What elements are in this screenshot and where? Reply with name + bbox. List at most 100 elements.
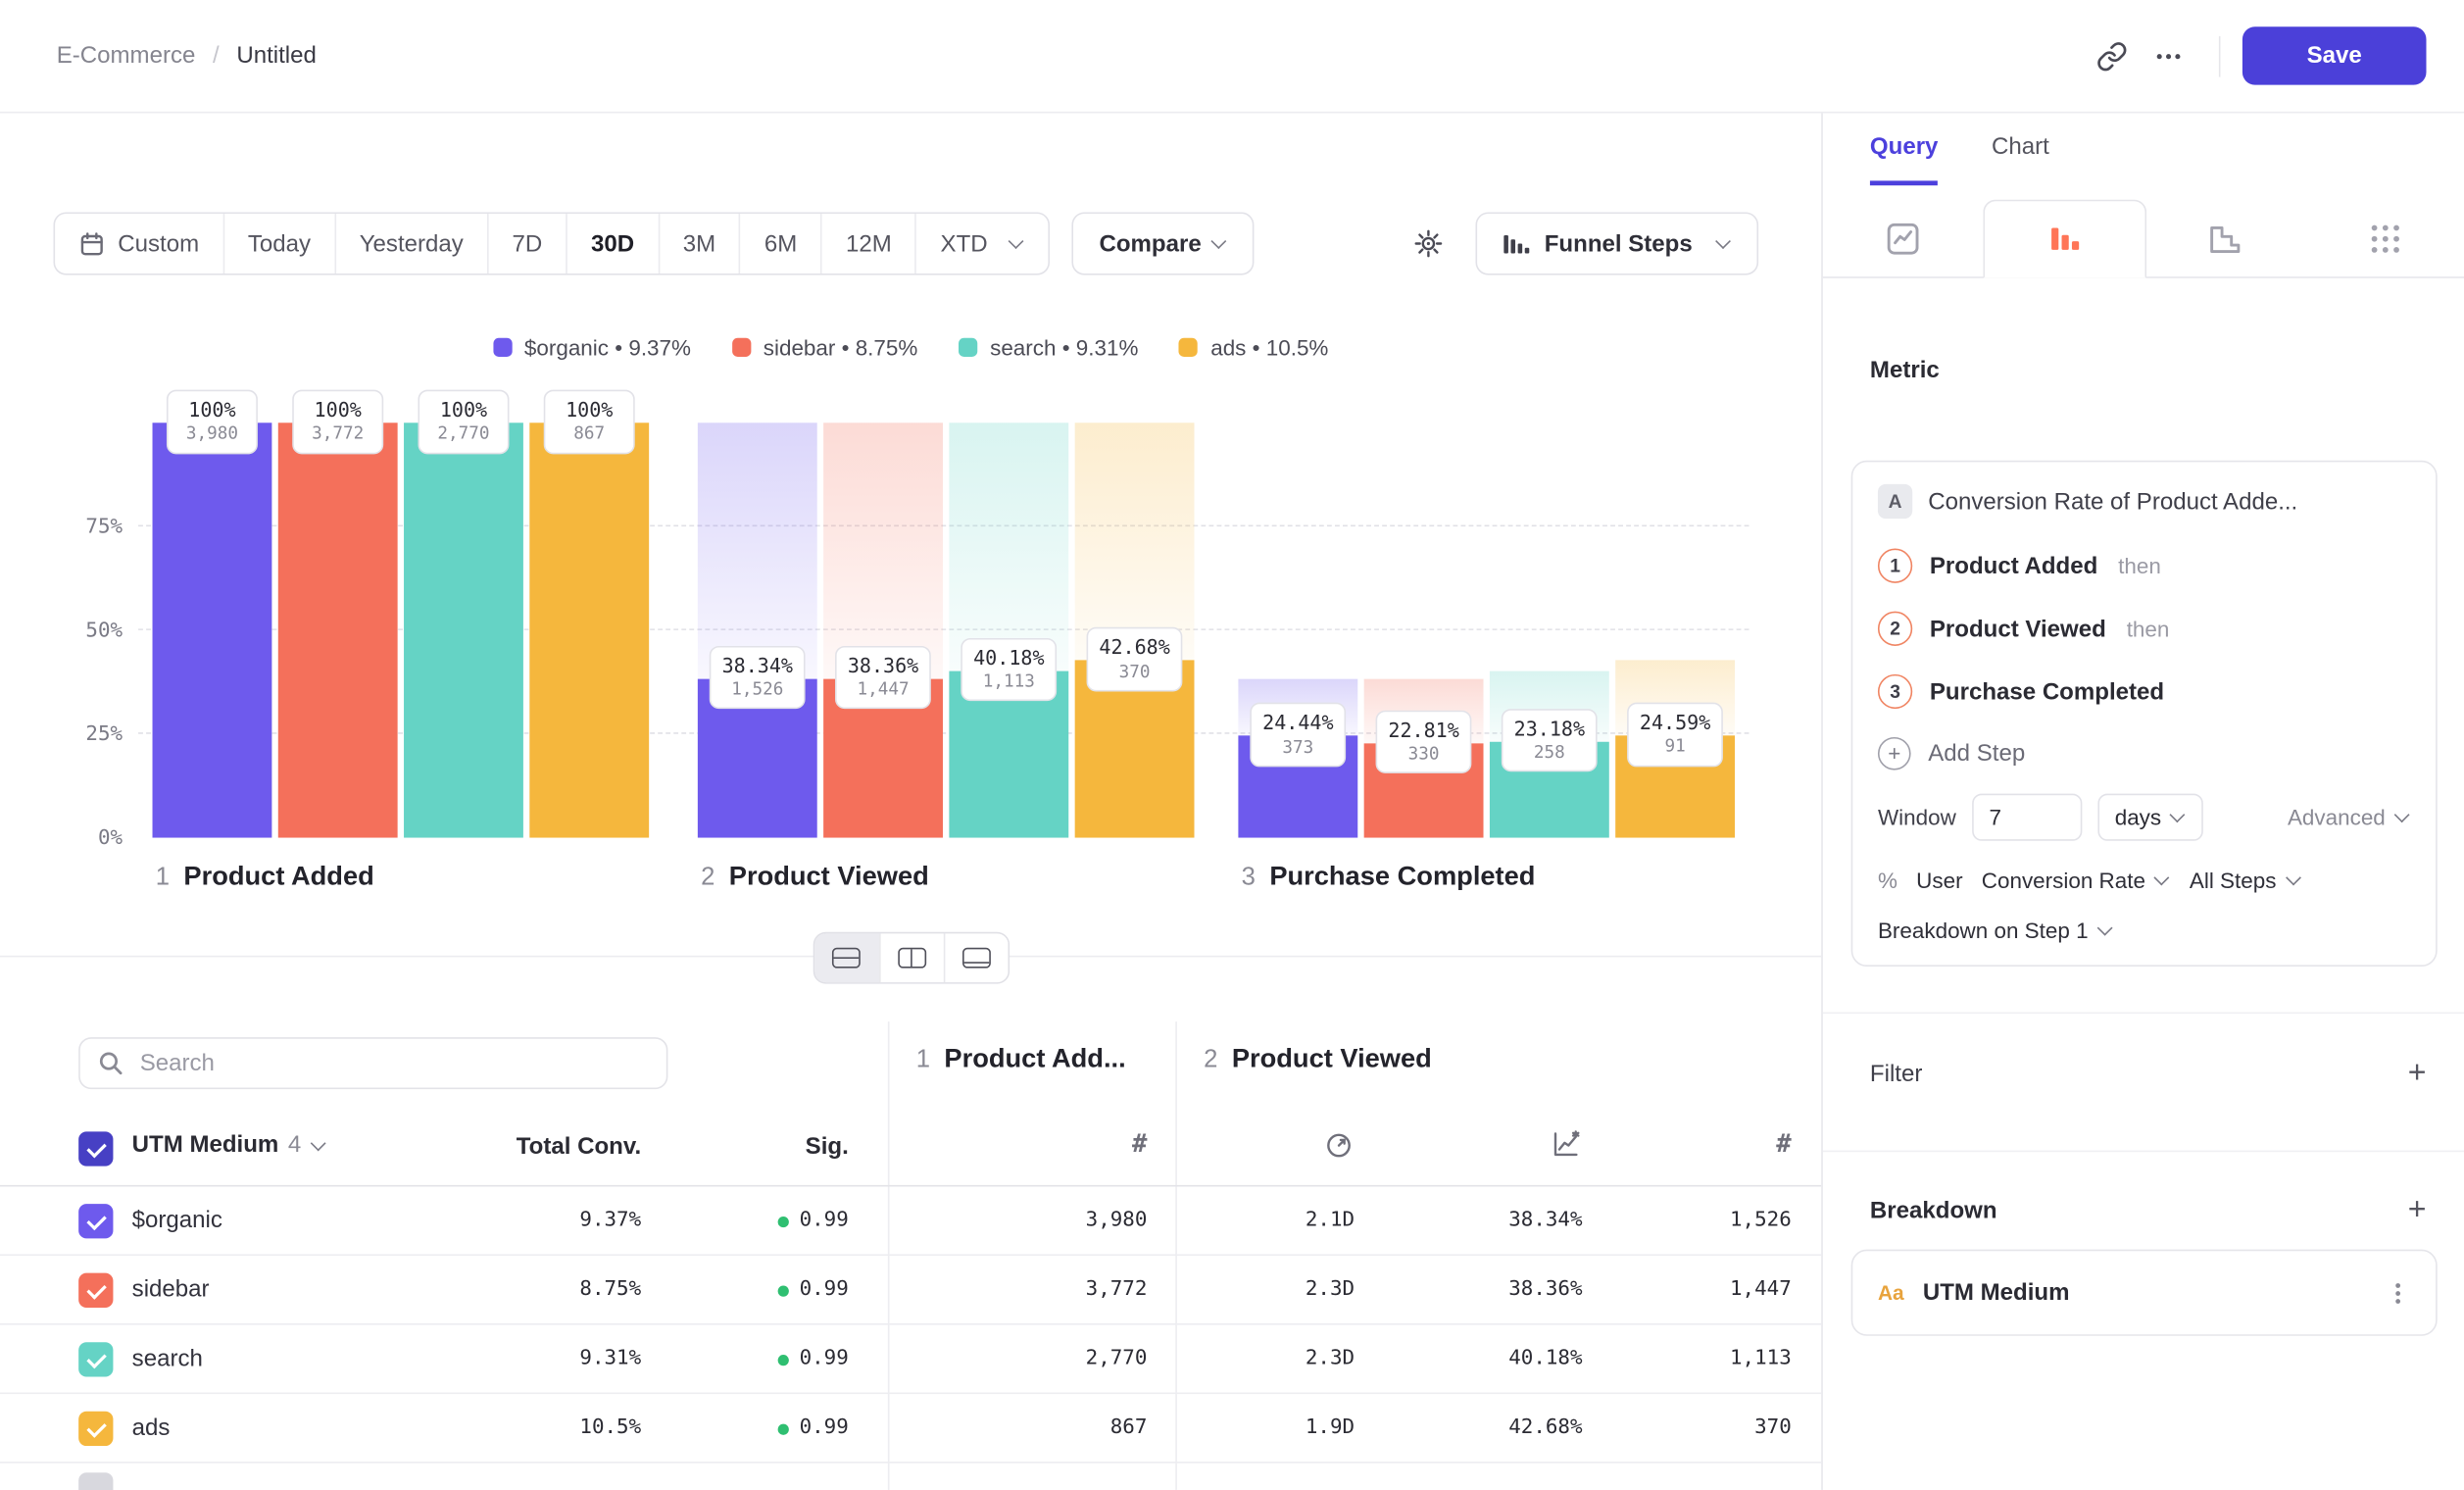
date-range-xtd[interactable]: XTD xyxy=(915,214,1049,273)
funnel-bar[interactable] xyxy=(153,422,272,837)
row-checkbox[interactable] xyxy=(78,1472,113,1490)
save-button[interactable]: Save xyxy=(2242,26,2427,84)
legend-item[interactable]: sidebar • 8.75% xyxy=(732,335,918,361)
date-range-12m[interactable]: 12M xyxy=(820,214,914,273)
toolbar-right: Funnel Steps xyxy=(1400,212,1758,274)
table-row[interactable]: $organic9.37%0.993,9802.1D38.34%1,526 xyxy=(0,1186,1821,1256)
date-range-today[interactable]: Today xyxy=(222,214,334,273)
breakdown-on-step-select[interactable]: Breakdown on Step 1 xyxy=(1878,918,2411,943)
funnel-step-row-3[interactable]: 3 Purchase Completed xyxy=(1878,660,2411,722)
bar-pct: 38.34% xyxy=(722,654,793,679)
funnel-step-row-1[interactable]: 1 Product Added then xyxy=(1878,534,2411,597)
add-step-button[interactable]: + Add Step xyxy=(1878,723,2411,783)
row-checkbox[interactable] xyxy=(78,1273,113,1308)
step-event-name: Product Viewed xyxy=(1930,616,2106,642)
table-row[interactable]: sidebar8.75%0.993,7722.3D38.36%1,447 xyxy=(0,1256,1821,1325)
row-label: ads xyxy=(132,1394,171,1464)
chevron-down-icon xyxy=(2096,920,2112,936)
calendar-icon xyxy=(78,230,105,257)
funnel-chart: 75%50%25%0%100%3,98038.34%1,52624.44%373… xyxy=(0,377,1821,838)
breadcrumb-title[interactable]: Untitled xyxy=(236,42,317,69)
advanced-label: Advanced xyxy=(2288,805,2386,830)
legend-label: $organic • 9.37% xyxy=(524,335,691,361)
funnel-step-label: 3Purchase Completed xyxy=(1242,862,1536,893)
conversion-window-row: Window days Advanced xyxy=(1878,792,2411,842)
step2-time-column-button[interactable] xyxy=(1323,1128,1355,1160)
steps-scope-select[interactable]: All Steps xyxy=(2190,868,2301,893)
bar-count: 373 xyxy=(1262,736,1333,759)
bar-value-label: 24.44%373 xyxy=(1250,703,1346,767)
entity-select[interactable]: User xyxy=(1916,868,1962,893)
split-horizontal-icon xyxy=(832,948,861,968)
view-split-vertical-button[interactable] xyxy=(878,933,943,982)
insights-icon xyxy=(1884,220,1921,257)
funnel-bar[interactable] xyxy=(529,422,649,837)
significance-cell: 0.99 xyxy=(777,1186,849,1256)
date-range-custom[interactable]: Custom xyxy=(55,214,222,273)
legend-item[interactable]: ads • 10.5% xyxy=(1179,335,1328,361)
tab-query[interactable]: Query xyxy=(1870,113,1939,185)
funnels-report-tab[interactable] xyxy=(1983,200,2145,278)
date-range-control: CustomTodayYesterday7D30D3M6M12MXTD xyxy=(54,212,1051,274)
select-all-checkbox[interactable] xyxy=(78,1131,113,1166)
tab-chart[interactable]: Chart xyxy=(1992,113,2049,185)
total-conversion-value: 10.5% xyxy=(579,1394,641,1464)
add-breakdown-button[interactable]: + xyxy=(2408,1195,2427,1226)
significance-value: 0.99 xyxy=(800,1394,849,1464)
share-link-button[interactable] xyxy=(2084,27,2141,84)
compare-button[interactable]: Compare xyxy=(1072,212,1253,274)
legend-item[interactable]: $organic • 9.37% xyxy=(493,335,691,361)
funnel-bar[interactable] xyxy=(404,422,523,837)
funnel-bar[interactable] xyxy=(278,422,398,837)
add-filter-button[interactable]: + xyxy=(2408,1058,2427,1089)
breakdown-column-header[interactable]: UTM Medium 4 xyxy=(132,1131,326,1158)
kebab-menu-button[interactable] xyxy=(2386,1280,2411,1306)
advanced-toggle[interactable]: Advanced xyxy=(2288,805,2411,830)
table-row[interactable]: search9.31%0.992,7702.3D40.18%1,113 xyxy=(0,1325,1821,1395)
measurement-row: % User Conversion Rate All Steps xyxy=(1878,868,2411,893)
table-row[interactable]: ads10.5%0.998671.9D42.68%370 xyxy=(0,1394,1821,1464)
chart-view-selector[interactable]: Funnel Steps xyxy=(1475,212,1758,274)
search-input[interactable] xyxy=(78,1037,667,1089)
row-checkbox[interactable] xyxy=(78,1342,113,1376)
legend-item[interactable]: search • 9.31% xyxy=(959,335,1138,361)
group2-number: 2 xyxy=(1204,1047,1217,1075)
view-panel-bottom-button[interactable] xyxy=(943,933,1008,982)
breakdown-property-card[interactable]: Aa UTM Medium xyxy=(1851,1250,2438,1336)
total-conversion-value: 8.75% xyxy=(579,1256,641,1325)
bar-count: 3,980 xyxy=(179,423,245,446)
sig-header[interactable]: Sig. xyxy=(806,1133,849,1160)
date-range-yesterday[interactable]: Yesterday xyxy=(334,214,487,273)
step2-count-value: 1,447 xyxy=(1730,1256,1792,1325)
settings-gear-button[interactable] xyxy=(1400,216,1456,273)
date-range-6m[interactable]: 6M xyxy=(739,214,820,273)
date-range-3m[interactable]: 3M xyxy=(658,214,739,273)
step2-conversion-column-button[interactable] xyxy=(1550,1128,1583,1160)
metric-title-row[interactable]: A Conversion Rate of Product Adde... xyxy=(1878,484,2411,519)
row-checkbox[interactable] xyxy=(78,1412,113,1446)
topbar-actions: Save xyxy=(2084,26,2427,84)
more-menu-button[interactable] xyxy=(2141,27,2197,84)
window-value-input[interactable] xyxy=(1972,794,2082,841)
window-unit-label: days xyxy=(2115,805,2161,830)
date-range-7d[interactable]: 7D xyxy=(487,214,566,273)
total-conversion-value: 9.31% xyxy=(579,1325,641,1395)
step1-count-column-button[interactable]: # xyxy=(1132,1128,1147,1158)
retention-report-tab[interactable] xyxy=(2145,200,2305,277)
date-range-30d[interactable]: 30D xyxy=(566,214,658,273)
bar-value-label: 24.59%91 xyxy=(1627,703,1723,767)
step2-count-column-button[interactable]: # xyxy=(1776,1128,1791,1158)
metric-type-select[interactable]: Conversion Rate xyxy=(1982,868,2171,893)
funnel-step-row-2[interactable]: 2 Product Viewed then xyxy=(1878,597,2411,660)
view-split-horizontal-button[interactable] xyxy=(814,933,879,982)
flows-report-tab[interactable] xyxy=(2305,200,2464,277)
window-unit-select[interactable]: days xyxy=(2097,794,2203,841)
table-subheader: UTM Medium 4 Total Conv. Sig. # # xyxy=(0,1116,1821,1185)
sig-dot-icon xyxy=(777,1354,788,1365)
total-conv-header[interactable]: Total Conv. xyxy=(517,1133,641,1160)
breadcrumb-project[interactable]: E-Commerce xyxy=(57,42,196,69)
insights-report-tab[interactable] xyxy=(1823,200,1983,277)
table-group-step1: 1 Product Add... xyxy=(916,1044,1126,1075)
funnel-bar-dropoff xyxy=(823,422,943,678)
row-checkbox[interactable] xyxy=(78,1204,113,1238)
